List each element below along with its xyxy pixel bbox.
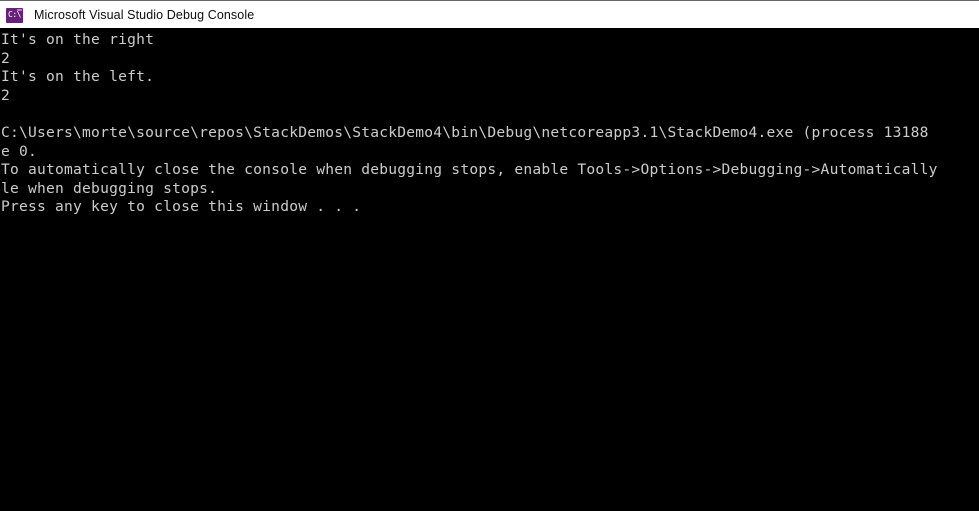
console-line: le when debugging stops. bbox=[1, 179, 218, 197]
debug-console-window: C:\ Microsoft Visual Studio Debug Consol… bbox=[0, 0, 979, 511]
console-line: Press any key to close this window . . . bbox=[1, 198, 362, 216]
console-line: e 0. bbox=[1, 142, 38, 160]
console-line: 2 bbox=[1, 86, 11, 104]
console-line: 2 bbox=[1, 49, 11, 67]
console-text-buffer: It's on the right 2 It's on the left. 2 C:\… bbox=[0, 31, 979, 217]
console-line: C:\Users\morte\source\repos\StackDemos\S… bbox=[1, 123, 929, 141]
title-bar[interactable]: C:\ Microsoft Visual Studio Debug Consol… bbox=[0, 0, 979, 28]
console-cmd-icon-dots bbox=[17, 8, 22, 11]
console-cmd-icon-glyph: C:\ bbox=[8, 9, 21, 19]
console-line: It's on the right bbox=[1, 31, 155, 48]
console-cmd-icon: C:\ bbox=[6, 7, 23, 23]
console-output-area[interactable]: It's on the right 2 It's on the left. 2 C:\… bbox=[0, 28, 979, 511]
console-line: To automatically close the console when … bbox=[1, 161, 938, 179]
console-line: It's on the left. bbox=[1, 68, 155, 86]
window-title: Microsoft Visual Studio Debug Console bbox=[34, 7, 255, 22]
